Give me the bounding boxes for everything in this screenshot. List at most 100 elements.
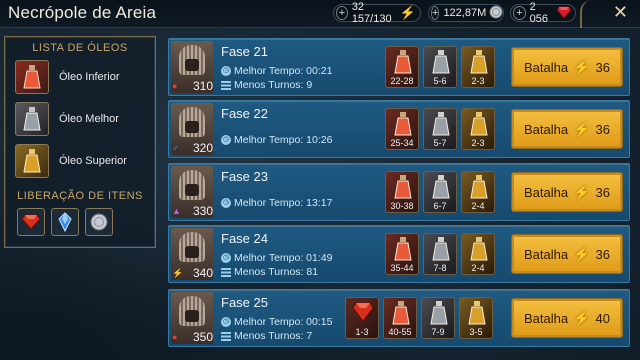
drop-range: 6-7	[433, 201, 447, 211]
boss-face	[185, 121, 199, 133]
silver-coin-icon[interactable]	[85, 208, 113, 236]
greater-oil-icon	[15, 102, 49, 136]
drop-superior-oil[interactable]: 2-4	[461, 233, 495, 275]
silver-value: 122,87M	[443, 7, 487, 19]
drop-greater-oil[interactable]: 6-7	[423, 171, 457, 213]
oil-panel: LISTA DE ÓLEOS Óleo Inferior Óleo Melhor…	[4, 36, 156, 248]
drop-greater-oil[interactable]: 5-7	[423, 108, 457, 150]
energy-bolt-icon: ⚡	[399, 5, 416, 20]
drop-lesser-oil[interactable]: 35-44	[385, 233, 419, 275]
energy-cost: 36	[595, 184, 610, 200]
drop-greater-oil[interactable]: 7-8	[423, 233, 457, 275]
stage-row[interactable]: ♂ 320 Fase 22 ◷ Melhor Tempo: 10:26 25-3…	[168, 100, 630, 158]
drop-list: 35-44 7-8 2-4	[385, 233, 495, 275]
best-time-label: Melhor Tempo: 00:15	[234, 316, 333, 328]
min-turns-label: Menos Turnos: 7	[234, 330, 313, 342]
drop-range: 5-7	[433, 138, 447, 148]
best-time: ◷ Melhor Tempo: 00:21	[221, 65, 332, 77]
blue-crystal-icon[interactable]	[51, 208, 79, 236]
add-silver-icon[interactable]: +	[431, 6, 440, 20]
stage-name: Fase 25	[221, 295, 268, 310]
drop-range: 22-28	[390, 76, 414, 86]
top-bar: Necrópole de Areia + 32 157/130 ⚡ + 122,…	[0, 0, 640, 28]
energy-bolt-icon: ⚡	[573, 309, 591, 326]
best-time: ◷ Melhor Tempo: 01:49	[221, 252, 332, 264]
best-time-label: Melhor Tempo: 00:21	[234, 65, 333, 77]
silver-coin-icon	[489, 5, 503, 22]
energy-bolt-icon: ⚡	[573, 245, 591, 262]
best-time: ◷ Melhor Tempo: 00:15	[221, 316, 332, 328]
turns-icon	[221, 80, 231, 90]
energy-bolt-icon: ⚡	[573, 120, 591, 137]
drop-range: 2-3	[471, 76, 485, 86]
oil-item-lesser[interactable]: Óleo Inferior	[5, 58, 155, 96]
min-turns: Menos Turnos: 81	[221, 266, 318, 278]
superior-oil-icon	[15, 144, 49, 178]
turns-icon	[221, 331, 231, 341]
add-gems-icon[interactable]: +	[513, 6, 526, 20]
energy-cost: 36	[595, 246, 610, 262]
boss-face	[185, 310, 199, 322]
stage-row[interactable]: ▲ 330 Fase 23 ◷ Melhor Tempo: 13:17 30-3…	[168, 163, 630, 221]
gems-value: 2 056	[529, 1, 548, 25]
battle-button[interactable]: Batalha ⚡ 36	[511, 109, 623, 149]
drop-list: 30-38 6-7 2-4	[385, 171, 495, 213]
best-time: ◷ Melhor Tempo: 13:17	[221, 197, 332, 209]
drop-range: 40-55	[388, 327, 412, 337]
drop-superior-oil[interactable]: 2-3	[461, 108, 495, 150]
min-turns: Menos Turnos: 7	[221, 330, 312, 342]
drop-lesser-oil[interactable]: 22-28	[385, 46, 419, 88]
energy-counter[interactable]: + 32 157/130 ⚡	[333, 1, 421, 25]
battle-button[interactable]: Batalha ⚡ 40	[511, 298, 623, 338]
close-icon[interactable]: ✕	[613, 2, 628, 23]
boss-face	[185, 246, 199, 258]
add-energy-icon[interactable]: +	[336, 6, 348, 20]
drop-greater-oil[interactable]: 5-6	[423, 46, 457, 88]
release-items	[5, 208, 155, 236]
clock-icon: ◷	[221, 253, 231, 263]
drop-range: 3-5	[469, 327, 483, 337]
oil-item-greater[interactable]: Óleo Melhor	[5, 100, 155, 138]
drop-range: 2-4	[471, 263, 485, 273]
drop-range: 2-3	[471, 138, 485, 148]
gems-counter[interactable]: + 2 056	[510, 1, 576, 25]
drop-lesser-oil[interactable]: 25-34	[385, 108, 419, 150]
best-time: ◷ Melhor Tempo: 10:26	[221, 134, 332, 146]
oil-label-greater: Óleo Melhor	[59, 113, 119, 125]
turns-icon	[221, 267, 231, 277]
boss-face	[185, 184, 199, 196]
drop-greater-oil[interactable]: 7-9	[421, 297, 455, 339]
drop-list: 22-28 5-6 2-3	[385, 46, 495, 88]
battle-button[interactable]: Batalha ⚡ 36	[511, 47, 623, 87]
ruby-gem-icon	[556, 6, 572, 21]
drop-range: 7-8	[433, 263, 447, 273]
silver-counter[interactable]: + 122,87M	[428, 4, 504, 22]
drop-list: 25-34 5-7 2-3	[385, 108, 495, 150]
stage-name: Fase 22	[221, 106, 268, 121]
battle-button[interactable]: Batalha ⚡ 36	[511, 172, 623, 212]
stage-row[interactable]: ● 310 Fase 21 ◷ Melhor Tempo: 00:21 Meno…	[168, 38, 630, 96]
drop-ruby-oil[interactable]: 1-3	[345, 297, 379, 339]
drop-range: 1-3	[355, 327, 369, 337]
ruby-gem-icon[interactable]	[17, 208, 45, 236]
corner-ornament	[580, 0, 604, 28]
oil-label-lesser: Óleo Inferior	[59, 71, 120, 83]
clock-icon: ◷	[221, 317, 231, 327]
min-turns-label: Menos Turnos: 81	[234, 266, 319, 278]
page-title: Necrópole de Areia	[8, 3, 157, 22]
energy-value: 32 157/130	[351, 1, 392, 25]
stage-row[interactable]: ⚡ 340 Fase 24 ◷ Melhor Tempo: 01:49 Meno…	[168, 225, 630, 283]
clock-icon: ◷	[221, 198, 231, 208]
drop-superior-oil[interactable]: 2-4	[461, 171, 495, 213]
drop-superior-oil[interactable]: 3-5	[459, 297, 493, 339]
drop-lesser-oil[interactable]: 40-55	[383, 297, 417, 339]
drop-superior-oil[interactable]: 2-3	[461, 46, 495, 88]
stage-row[interactable]: ● 350 Fase 25 ◷ Melhor Tempo: 00:15 Meno…	[168, 289, 630, 347]
energy-bolt-icon: ⚡	[573, 183, 591, 200]
battle-label: Batalha	[524, 310, 569, 326]
oil-item-superior[interactable]: Óleo Superior	[5, 142, 155, 180]
boss-face	[185, 59, 199, 71]
min-turns-label: Menos Turnos: 9	[234, 79, 313, 91]
drop-lesser-oil[interactable]: 30-38	[385, 171, 419, 213]
battle-button[interactable]: Batalha ⚡ 36	[511, 234, 623, 274]
